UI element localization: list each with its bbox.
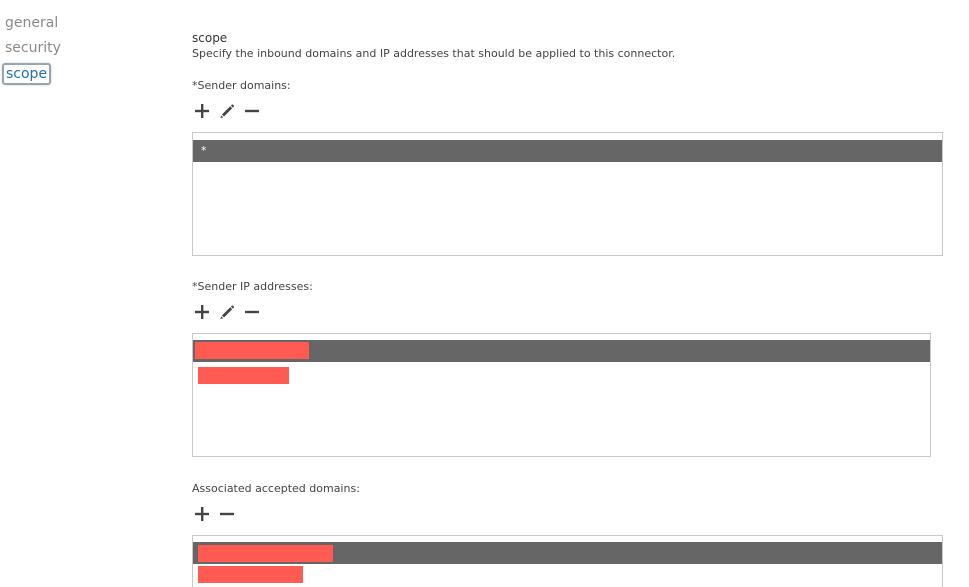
list-item[interactable] [193,365,930,387]
redacted-value [195,342,309,359]
list-item[interactable]: * [193,140,942,162]
pencil-icon [220,104,235,118]
remove-sender-domain-button[interactable] [243,102,261,120]
add-accepted-domain-button[interactable] [193,505,211,523]
pencil-icon [220,305,235,319]
remove-sender-ip-button[interactable] [243,303,261,321]
accepted-domains-label: Associated accepted domains: [192,482,360,495]
nav-item-scope[interactable]: scope [2,63,52,85]
add-sender-ip-button[interactable] [193,303,211,321]
minus-icon [245,109,259,113]
nav-item-general[interactable]: general [5,14,58,32]
section-description: Specify the inbound domains and IP addre… [192,47,676,60]
sender-ip-addresses-label: *Sender IP addresses: [192,280,313,293]
sender-domains-label: *Sender domains: [192,79,291,92]
accepted-domains-toolbar [193,505,243,523]
redacted-value [198,566,303,583]
list-item-text: * [201,144,207,157]
add-sender-domain-button[interactable] [193,102,211,120]
plus-icon [195,305,209,319]
edit-sender-ip-button[interactable] [218,303,236,321]
sender-domains-list[interactable]: * [192,132,943,256]
sender-ip-toolbar [193,303,268,321]
nav-item-security[interactable]: security [5,39,61,57]
plus-icon [195,507,209,521]
sender-ip-addresses-list[interactable] [192,333,931,457]
remove-accepted-domain-button[interactable] [218,505,236,523]
redacted-value [198,367,289,384]
list-item[interactable] [193,542,942,564]
list-item[interactable] [193,564,942,586]
accepted-domains-list[interactable] [192,535,943,587]
redacted-value [198,545,333,562]
minus-icon [245,310,259,314]
list-item[interactable] [193,340,930,362]
minus-icon [220,512,234,516]
sender-domains-toolbar [193,102,268,120]
section-title: scope [192,31,228,45]
plus-icon [195,104,209,118]
connector-edit-dialog: general security scope scope Specify the… [0,0,969,587]
edit-sender-domain-button[interactable] [218,102,236,120]
